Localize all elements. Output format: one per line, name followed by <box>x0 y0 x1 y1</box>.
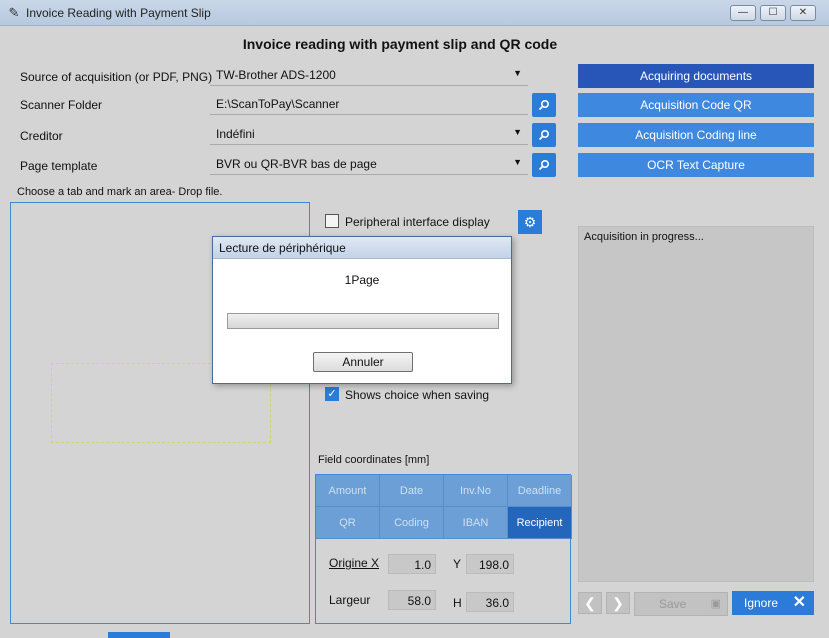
taskbar-strip <box>108 632 170 638</box>
tab-amount[interactable]: Amount <box>316 475 380 507</box>
cancel-button[interactable]: Annuler <box>313 352 413 372</box>
source-dropdown[interactable]: TW-Brother ADS-1200 ▼ <box>210 64 528 86</box>
shows-choice-checkbox[interactable]: ✓ <box>325 387 339 401</box>
acquisition-coding-line-button[interactable]: Acquisition Coding line <box>578 123 814 147</box>
tab-coding[interactable]: Coding <box>380 507 444 539</box>
tab-date[interactable]: Date <box>380 475 444 507</box>
origin-x-label: Origine X <box>329 556 380 570</box>
template-value: BVR ou QR-BVR bas de page <box>216 157 377 171</box>
page-heading: Invoice reading with payment slip and QR… <box>242 36 558 52</box>
progress-bar <box>227 313 499 329</box>
tab-deadline[interactable]: Deadline <box>508 475 572 507</box>
tab-recipient[interactable]: Recipient <box>508 507 572 539</box>
device-reading-dialog: Lecture de périphérique 1Page Annuler <box>212 236 512 384</box>
template-search-button[interactable] <box>532 153 556 177</box>
tab-qr[interactable]: QR <box>316 507 380 539</box>
folder-search-button[interactable] <box>532 93 556 117</box>
ignore-button[interactable]: Ignore ✕ <box>732 591 814 615</box>
dialog-message: 1Page <box>344 273 380 287</box>
template-dropdown[interactable]: BVR ou QR-BVR bas de page ▼ <box>210 153 528 175</box>
window-title: Invoice Reading with Payment Slip <box>26 6 211 20</box>
close-button[interactable]: ✕ <box>790 5 816 21</box>
creditor-label: Creditor <box>20 129 63 143</box>
search-icon <box>538 99 550 111</box>
drop-instructions: Choose a tab and mark an area- Drop file… <box>17 186 223 198</box>
dialog-title: Lecture de périphérique <box>213 237 511 259</box>
shows-choice-label: Shows choice when saving <box>345 388 490 402</box>
peripheral-checkbox[interactable] <box>325 214 339 228</box>
chevron-down-icon: ▼ <box>513 127 522 137</box>
app-icon: ✎ <box>8 5 20 20</box>
peripheral-label: Peripheral interface display <box>345 215 490 229</box>
folder-label: Scanner Folder <box>20 98 103 112</box>
ignore-label: Ignore <box>744 596 779 610</box>
disk-icon: ▣ <box>710 598 721 610</box>
status-text: Acquisition in progress... <box>584 231 704 243</box>
close-icon: ✕ <box>792 594 806 611</box>
folder-input[interactable]: E:\ScanToPay\Scanner <box>210 93 528 115</box>
maximize-button[interactable]: ☐ <box>760 5 786 21</box>
tab-inv-no[interactable]: Inv.No <box>444 475 508 507</box>
width-label: Largeur <box>329 593 371 607</box>
search-icon <box>538 159 550 171</box>
status-panel: Acquisition in progress... <box>578 226 814 582</box>
acquiring-documents-button[interactable]: Acquiring documents <box>578 64 814 88</box>
ocr-text-capture-button[interactable]: OCR Text Capture <box>578 153 814 177</box>
width-field[interactable]: 58.0 <box>388 590 436 610</box>
coordinates-panel: Origine X 1.0 Y 198.0 Largeur 58.0 H 36.… <box>315 538 571 624</box>
source-label: Source of acquisition (or PDF, PNG) <box>20 70 213 84</box>
origin-x-field[interactable]: 1.0 <box>388 554 436 574</box>
creditor-dropdown[interactable]: Indéfini ▼ <box>210 123 528 145</box>
chevron-down-icon: ▼ <box>513 68 522 78</box>
creditor-value: Indéfini <box>216 127 255 141</box>
next-button[interactable]: ❯ <box>606 592 630 614</box>
chevron-down-icon: ▼ <box>513 157 522 167</box>
folder-value: E:\ScanToPay\Scanner <box>216 97 340 111</box>
y-label: Y <box>453 557 462 571</box>
field-coordinates-label: Field coordinates [mm] <box>318 454 430 466</box>
search-icon <box>538 129 550 141</box>
field-tabs: Amount Date Inv.No Deadline QR Coding IB… <box>315 474 572 539</box>
creditor-search-button[interactable] <box>532 123 556 147</box>
save-label: Save <box>659 597 687 611</box>
h-field[interactable]: 36.0 <box>466 592 514 612</box>
previous-button[interactable]: ❮ <box>578 592 602 614</box>
settings-button[interactable]: ⚙ <box>518 210 542 234</box>
template-label: Page template <box>20 159 98 173</box>
minimize-button[interactable]: — <box>730 5 756 21</box>
save-button[interactable]: Save ▣ <box>634 592 728 616</box>
source-value: TW-Brother ADS-1200 <box>216 68 336 82</box>
title-bar: ✎ Invoice Reading with Payment Slip — ☐ … <box>0 0 829 26</box>
gear-icon: ⚙ <box>523 214 537 230</box>
y-field[interactable]: 198.0 <box>466 554 514 574</box>
h-label: H <box>453 596 462 610</box>
acquisition-qr-button[interactable]: Acquisition Code QR <box>578 93 814 117</box>
tab-iban[interactable]: IBAN <box>444 507 508 539</box>
